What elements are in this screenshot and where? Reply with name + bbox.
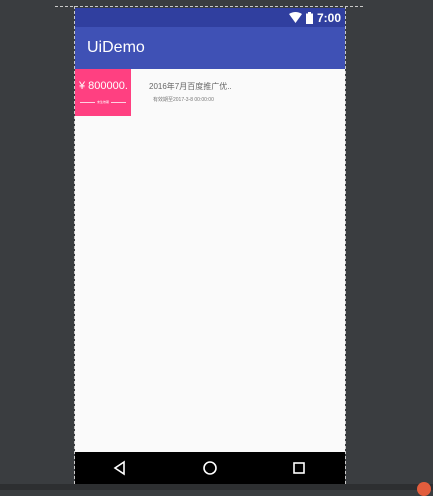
bottom-strip xyxy=(0,484,433,490)
app-title: UiDemo xyxy=(87,39,145,56)
divider-line-right xyxy=(111,102,127,103)
device-screen: 7:00 UiDemo ¥ 800000. 未生效期 2016年7月百度推广优.… xyxy=(75,8,345,484)
layout-bounds-top xyxy=(55,6,363,7)
coupon-list-item[interactable]: ¥ 800000. 未生效期 2016年7月百度推广优.. 有效期至2017-3… xyxy=(75,69,345,117)
coupon-divider: 未生效期 xyxy=(80,99,127,106)
coupon-amount-panel: ¥ 800000. 未生效期 xyxy=(75,69,131,116)
coupon-expire-date: 有效期至2017-3-8 00:00:00 xyxy=(153,97,214,103)
app-bar: UiDemo xyxy=(75,27,345,69)
notification-badge xyxy=(417,482,431,496)
status-icons: 7:00 xyxy=(288,10,341,25)
wifi-icon xyxy=(288,12,302,23)
coupon-amount: ¥ 800000. xyxy=(79,80,128,92)
coupon-status-label: 未生效期 xyxy=(97,100,110,104)
divider-line-left xyxy=(80,102,95,103)
navigation-bar xyxy=(75,452,345,484)
battery-icon xyxy=(305,11,313,24)
status-time: 7:00 xyxy=(316,10,341,25)
coupon-title: 2016年7月百度推广优.. xyxy=(149,82,232,91)
back-icon[interactable] xyxy=(112,460,128,476)
status-bar: 7:00 xyxy=(75,8,345,27)
layout-bounds-right xyxy=(345,6,346,484)
recent-apps-icon[interactable] xyxy=(291,460,307,476)
home-icon[interactable] xyxy=(202,460,218,476)
